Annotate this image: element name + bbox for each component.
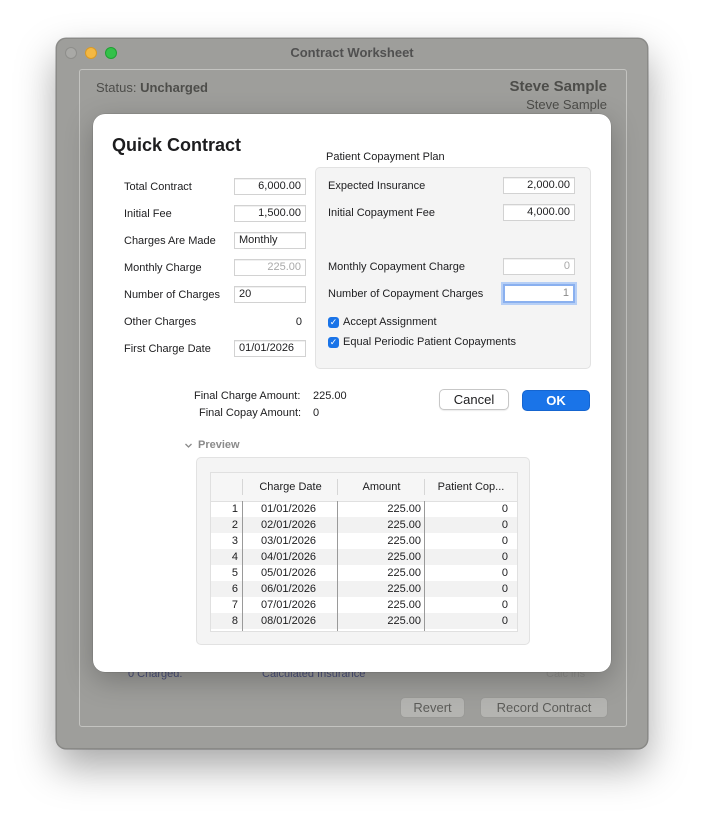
column-divider: [424, 501, 425, 631]
initial-copay-fee-label: Initial Copayment Fee: [328, 207, 435, 219]
window-title: Contract Worksheet: [290, 45, 414, 60]
chevron-down-icon[interactable]: [184, 442, 193, 450]
cancel-button[interactable]: Cancel: [439, 389, 509, 410]
patient-name: Steve Sample: [509, 78, 607, 95]
initial-fee-field[interactable]: 1,500.00: [234, 205, 306, 222]
copayment-plan-title: Patient Copayment Plan: [326, 151, 445, 163]
status-value: Uncharged: [140, 80, 208, 95]
table-row[interactable]: 5 05/01/2026 225.00 0: [211, 565, 517, 581]
total-contract-field[interactable]: 6,000.00: [234, 178, 306, 195]
col-header-patient-copay[interactable]: Patient Cop...: [425, 481, 517, 493]
initial-fee-label: Initial Fee: [124, 208, 172, 220]
first-charge-date-field[interactable]: 01/01/2026: [234, 340, 306, 357]
total-contract-label: Total Contract: [124, 181, 192, 193]
col-header-amount[interactable]: Amount: [338, 481, 425, 493]
table-row[interactable]: 3 03/01/2026 225.00 0: [211, 533, 517, 549]
accept-assignment-label[interactable]: Accept Assignment: [343, 316, 437, 328]
preview-table-header: Charge Date Amount Patient Cop...: [211, 473, 517, 502]
final-charge-amount-label: Final Charge Amount:: [194, 390, 301, 402]
preview-table: Charge Date Amount Patient Cop... 1 01/0…: [210, 472, 518, 632]
record-contract-button[interactable]: Record Contract: [480, 697, 608, 718]
number-of-copay-charges-field[interactable]: 1: [503, 284, 575, 303]
quick-contract-sheet: Quick Contract Total Contract 6,000.00 I…: [93, 114, 611, 672]
revert-button[interactable]: Revert: [400, 697, 465, 718]
final-copay-amount-label: Final Copay Amount:: [199, 407, 302, 419]
column-divider: [242, 501, 243, 631]
monthly-copay-charge-label: Monthly Copayment Charge: [328, 261, 465, 273]
col-header-charge-date[interactable]: Charge Date: [243, 481, 338, 493]
other-charges-label: Other Charges: [124, 316, 197, 328]
window-titlebar[interactable]: Contract Worksheet: [57, 39, 647, 67]
expected-insurance-label: Expected Insurance: [328, 180, 426, 192]
table-row[interactable]: 6 06/01/2026 225.00 0: [211, 581, 517, 597]
number-of-copay-charges-label: Number of Copayment Charges: [328, 288, 484, 300]
table-row[interactable]: 1 01/01/2026 225.00 0: [211, 501, 517, 517]
first-charge-date-label: First Charge Date: [124, 343, 211, 355]
table-row[interactable]: 2 02/01/2026 225.00 0: [211, 517, 517, 533]
monthly-charge-label: Monthly Charge: [124, 262, 202, 274]
accept-assignment-checkbox[interactable]: ✓: [328, 317, 339, 328]
final-copay-amount-value: 0: [313, 407, 320, 419]
number-of-charges-field[interactable]: 20: [234, 286, 306, 303]
patient-subname: Steve Sample: [526, 97, 607, 112]
column-divider: [337, 501, 338, 631]
preview-disclosure-label[interactable]: Preview: [198, 439, 240, 451]
status-label: Status:: [96, 80, 137, 95]
dialog-title: Quick Contract: [112, 135, 242, 155]
table-row[interactable]: 8 08/01/2026 225.00 0: [211, 613, 517, 629]
table-row[interactable]: 7 07/01/2026 225.00 0: [211, 597, 517, 613]
other-charges-value: 0: [295, 316, 302, 328]
charges-frequency-field[interactable]: Monthly: [234, 232, 306, 249]
ok-button[interactable]: OK: [522, 390, 590, 411]
charges-are-made-label: Charges Are Made: [124, 235, 216, 247]
expected-insurance-field[interactable]: 2,000.00: [503, 177, 575, 194]
equal-periodic-copay-label[interactable]: Equal Periodic Patient Copayments: [343, 336, 516, 348]
number-of-charges-label: Number of Charges: [124, 289, 220, 301]
final-charge-amount-value: 225.00: [313, 390, 347, 402]
initial-copay-fee-field[interactable]: 4,000.00: [503, 204, 575, 221]
table-row[interactable]: 4 04/01/2026 225.00 0: [211, 549, 517, 565]
monthly-charge-field: 225.00: [234, 259, 306, 276]
monthly-copay-charge-field: 0: [503, 258, 575, 275]
equal-periodic-copay-checkbox[interactable]: ✓: [328, 337, 339, 348]
status-text: Status: Uncharged: [96, 80, 208, 95]
